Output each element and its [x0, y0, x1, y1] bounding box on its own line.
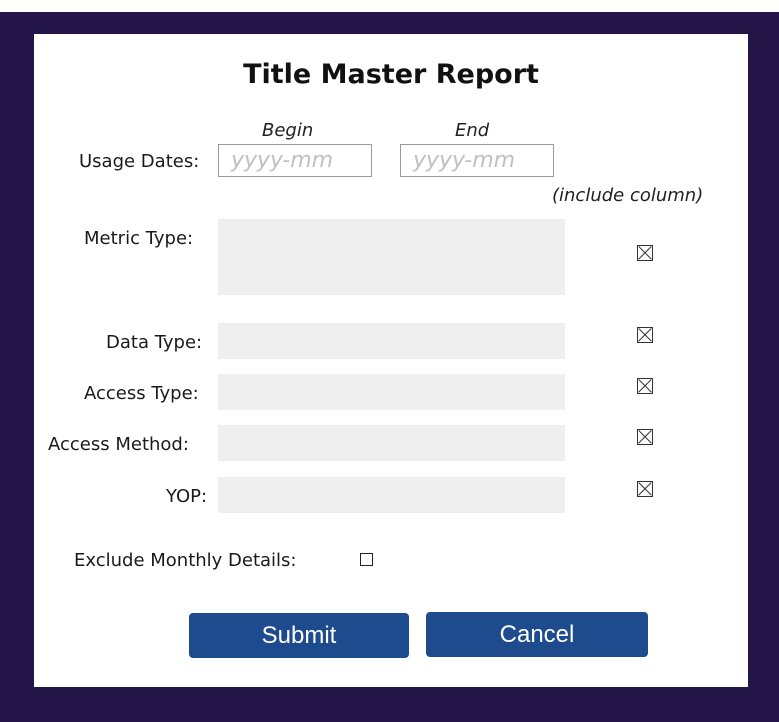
yop-include-checkbox[interactable] — [637, 481, 653, 497]
end-date-input[interactable]: yyyy-mm — [400, 144, 554, 177]
yop-label: YOP: — [166, 486, 208, 507]
data-type-label: Data Type: — [106, 332, 203, 353]
begin-date-input[interactable]: yyyy-mm — [218, 144, 372, 177]
begin-column-label: Begin — [262, 120, 314, 141]
include-column-note: (include column) — [552, 185, 704, 206]
usage-dates-label: Usage Dates: — [79, 151, 200, 172]
exclude-monthly-label: Exclude Monthly Details: — [74, 550, 297, 571]
dialog-frame: Title Master Report Begin End Usage Date… — [0, 12, 779, 722]
access-method-include-checkbox[interactable] — [637, 429, 653, 445]
data-type-field[interactable] — [218, 323, 565, 359]
access-type-label: Access Type: — [84, 383, 199, 404]
end-column-label: End — [455, 120, 490, 141]
access-type-field[interactable] — [218, 374, 565, 410]
access-method-field[interactable] — [218, 425, 565, 461]
metric-type-include-checkbox[interactable] — [637, 245, 653, 261]
page-title: Title Master Report — [243, 59, 539, 90]
exclude-monthly-checkbox[interactable] — [360, 553, 373, 566]
metric-type-label: Metric Type: — [84, 228, 194, 249]
report-form: Title Master Report Begin End Usage Date… — [34, 34, 748, 687]
data-type-include-checkbox[interactable] — [637, 327, 653, 343]
submit-button[interactable]: Submit — [189, 613, 409, 658]
access-type-include-checkbox[interactable] — [637, 378, 653, 394]
access-method-label: Access Method: — [48, 434, 189, 455]
metric-type-field[interactable] — [218, 219, 565, 295]
cancel-button[interactable]: Cancel — [426, 612, 648, 657]
yop-field[interactable] — [218, 477, 565, 513]
